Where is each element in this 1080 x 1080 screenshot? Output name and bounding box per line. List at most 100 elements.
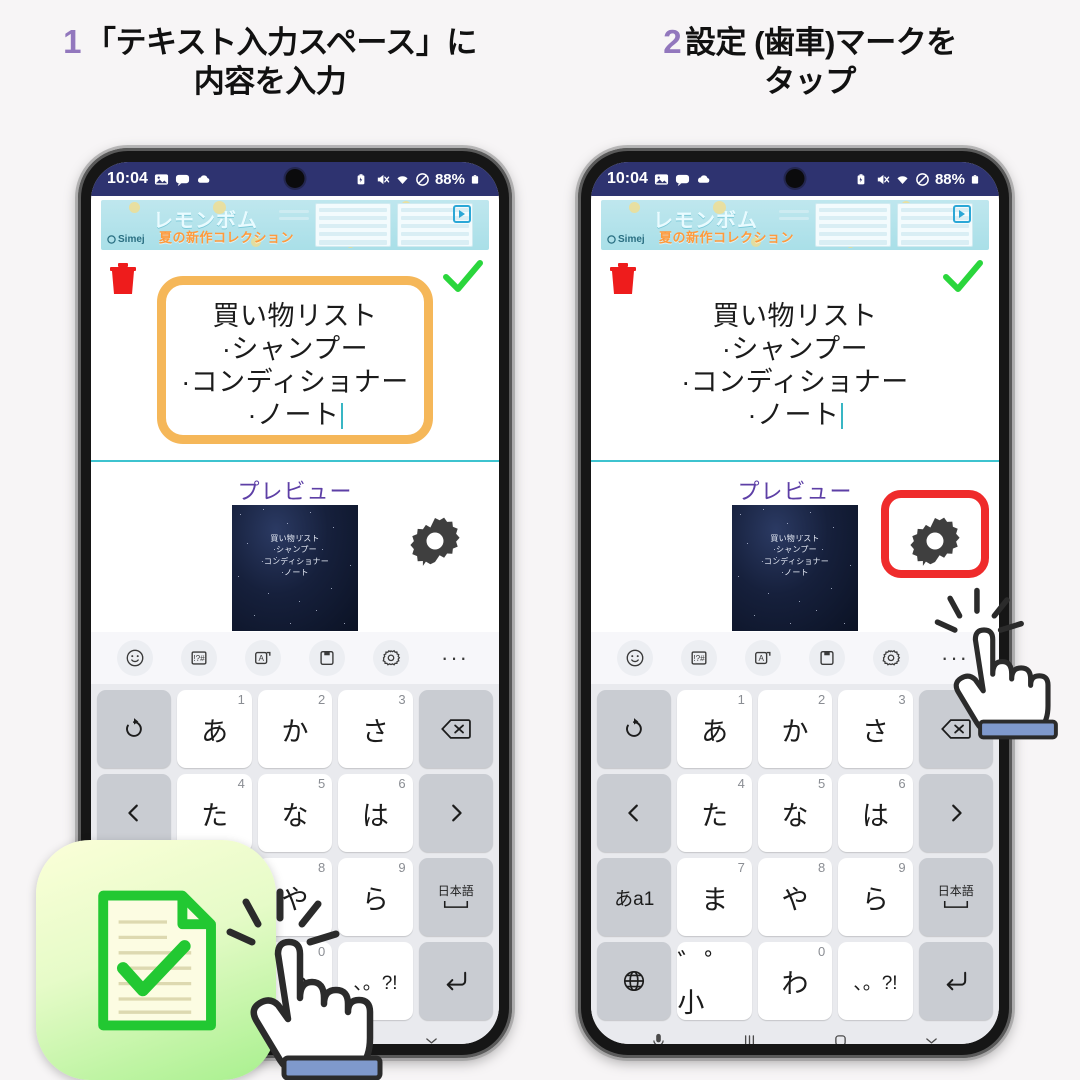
gallery-icon — [154, 172, 169, 187]
preview-line: ·ノート — [781, 568, 809, 578]
enter-icon — [446, 971, 466, 991]
key-ma[interactable]: 7ま — [677, 858, 752, 936]
ad-brand: Simej — [607, 234, 645, 245]
gear-icon[interactable] — [405, 514, 465, 574]
key-punctuation[interactable]: 、。?! — [338, 942, 413, 1020]
key-cursor-left[interactable] — [597, 774, 672, 852]
text-editor-area[interactable]: 買い物リスト ·シャンプー ·コンディショナー ·ノート — [91, 250, 499, 472]
preview-text: 買い物リスト ·シャンプー ·コンディショナー ·ノート — [732, 533, 858, 578]
message-icon — [175, 172, 190, 187]
key-ka[interactable]: 2か — [757, 690, 833, 768]
home-icon[interactable] — [332, 1032, 349, 1045]
key-input-mode[interactable]: あa1 — [597, 858, 672, 936]
emoji-icon[interactable] — [617, 640, 653, 676]
note-checklist-app-icon[interactable] — [36, 840, 276, 1080]
keyboard-toolbar: !?# A ··· — [591, 632, 999, 684]
note-line: 買い物リスト — [212, 301, 378, 331]
step-2-line1: 設定 (歯車)マークを — [685, 25, 957, 60]
input-underline — [91, 460, 499, 462]
key-space[interactable]: 日本語 — [418, 858, 493, 936]
key-cursor-right[interactable] — [418, 774, 493, 852]
note-text[interactable]: 買い物リスト ·シャンプー ·コンディショナー ·ノート — [91, 300, 499, 432]
hide-keyboard-icon[interactable] — [923, 1032, 940, 1045]
undo-icon — [626, 718, 643, 737]
input-underline — [591, 460, 999, 462]
more-icon[interactable]: ··· — [937, 640, 973, 676]
symbols-icon[interactable]: !?# — [181, 640, 217, 676]
preview-thumbnail[interactable]: 買い物リスト ·シャンプー ·コンディショナー ·ノート — [232, 505, 358, 631]
key-ka[interactable]: 2か — [257, 690, 333, 768]
note-line: ·コンディショナー — [181, 366, 409, 397]
settings-gear-icon[interactable] — [373, 640, 409, 676]
hide-keyboard-icon[interactable] — [423, 1032, 440, 1045]
key-ra[interactable]: 9ら — [338, 858, 413, 936]
key-a[interactable]: 1あ — [677, 690, 752, 768]
home-icon[interactable] — [832, 1032, 849, 1045]
trash-icon[interactable] — [608, 262, 638, 296]
preview-thumbnail[interactable]: 買い物リスト ·シャンプー ·コンディショナー ·ノート — [732, 505, 858, 631]
preview-line: ·コンディショナー — [261, 556, 329, 566]
backspace-icon — [440, 719, 471, 739]
step-1-line1: 「テキスト入力スペース」に — [85, 25, 477, 60]
clipboard-icon[interactable] — [309, 640, 345, 676]
clipboard-icon[interactable] — [809, 640, 845, 676]
ad-banner[interactable]: レモンボム 夏の新作コレクション Simej — [101, 200, 489, 250]
key-undo[interactable] — [97, 690, 172, 768]
cursor-right-icon — [951, 804, 962, 822]
key-ha[interactable]: 6は — [338, 774, 413, 852]
settings-gear-icon[interactable] — [873, 640, 909, 676]
key-na[interactable]: 5な — [257, 774, 333, 852]
ad-thumb — [315, 203, 391, 247]
dnd-icon — [915, 172, 930, 187]
key-ra[interactable]: 9ら — [838, 858, 913, 936]
translate-icon[interactable]: A — [245, 640, 281, 676]
key-cursor-right[interactable] — [918, 774, 993, 852]
recents-icon[interactable] — [741, 1032, 758, 1045]
key-ta[interactable]: 4た — [677, 774, 752, 852]
key-a[interactable]: 1あ — [177, 690, 252, 768]
key-enter[interactable] — [418, 942, 493, 1020]
check-icon[interactable] — [943, 260, 983, 294]
key-punctuation[interactable]: 、。?! — [838, 942, 913, 1020]
note-line-with-caret: ·ノート — [91, 399, 499, 432]
key-undo[interactable] — [597, 690, 672, 768]
emoji-icon[interactable] — [117, 640, 153, 676]
enter-icon — [946, 971, 966, 991]
key-na[interactable]: 5な — [757, 774, 833, 852]
play-icon[interactable] — [453, 205, 471, 223]
note-line: ·コンディショナー — [681, 366, 909, 397]
message-icon — [675, 172, 690, 187]
cursor-left-icon — [628, 804, 639, 822]
key-sa[interactable]: 3さ — [838, 690, 913, 768]
ad-brand: Simej — [107, 234, 145, 245]
more-icon[interactable]: ··· — [437, 640, 473, 676]
keyboard-toolbar: !?# A ··· — [91, 632, 499, 684]
ad-decor-lines — [279, 210, 309, 220]
japanese-keyboard: 1あ 2か 3さ 4た 5な 6は あa1 7ま 8や 9ら 日本語 ゛゜小 0… — [591, 684, 999, 1020]
preview-line: ·ノート — [281, 568, 309, 578]
check-icon[interactable] — [443, 260, 483, 294]
text-editor-area[interactable]: 買い物リスト ·シャンプー ·コンディショナー ·ノート — [591, 250, 999, 472]
key-ya[interactable]: 8や — [757, 858, 833, 936]
battery-icon — [970, 172, 985, 187]
note-text[interactable]: 買い物リスト ·シャンプー ·コンディショナー ·ノート — [591, 300, 999, 432]
preview-area: プレビュー 買い物リスト ·シャンプー ·コンディショナー ·ノート — [591, 472, 999, 632]
key-enter[interactable] — [918, 942, 993, 1020]
key-space[interactable]: 日本語 — [918, 858, 993, 936]
key-backspace[interactable] — [418, 690, 493, 768]
key-globe[interactable] — [597, 942, 672, 1020]
key-backspace[interactable] — [918, 690, 993, 768]
trash-icon[interactable] — [108, 262, 138, 296]
mute-icon — [875, 172, 890, 187]
mic-icon[interactable] — [650, 1032, 667, 1045]
key-wa[interactable]: 0わ — [757, 942, 833, 1020]
ad-banner[interactable]: レモンボム 夏の新作コレクション Simej — [601, 200, 989, 250]
symbols-icon[interactable]: !?# — [681, 640, 717, 676]
key-dakuten-small[interactable]: ゛゜小 — [677, 942, 752, 1020]
translate-icon[interactable]: A — [745, 640, 781, 676]
tutorial-page: 1 「テキスト入力スペース」に 内容を入力 2 設定 (歯車)マークを タップ 10… — [0, 0, 1080, 1080]
key-ha[interactable]: 6は — [838, 774, 913, 852]
play-icon[interactable] — [953, 205, 971, 223]
simej-logo-icon — [607, 235, 616, 244]
key-sa[interactable]: 3さ — [338, 690, 413, 768]
